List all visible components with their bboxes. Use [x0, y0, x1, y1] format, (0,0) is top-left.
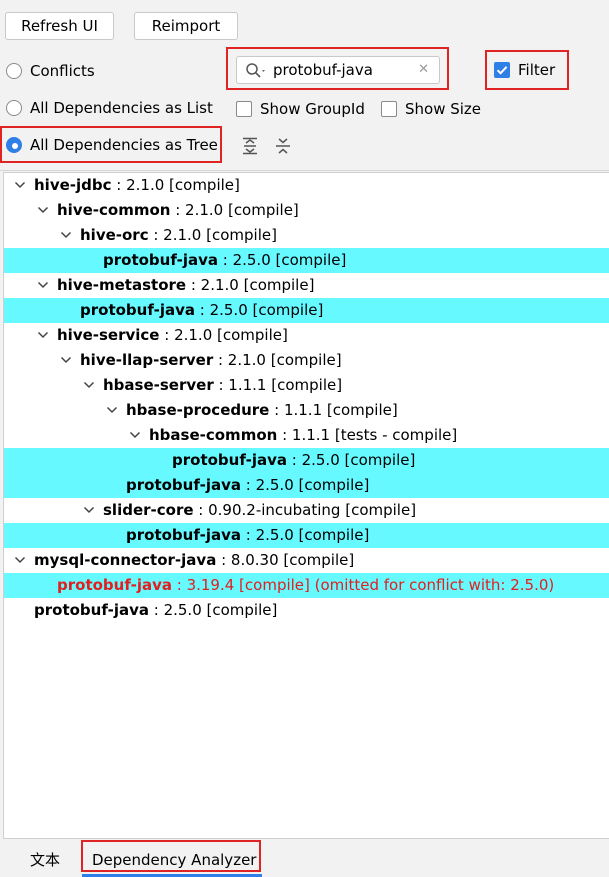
artifact-detail: : 1.1.1 [compile]	[269, 401, 398, 419]
artifact-detail: : 2.1.0 [compile]	[148, 226, 277, 244]
checkmark-icon	[496, 66, 508, 75]
chevron-down-icon[interactable]	[14, 548, 28, 573]
artifact-detail: : 2.1.0 [compile]	[159, 326, 288, 344]
tree-view-option[interactable]: All Dependencies as Tree	[6, 133, 218, 157]
conflicts-label: Conflicts	[30, 62, 95, 80]
tree-row[interactable]: hbase-common : 1.1.1 [tests - compile]	[4, 423, 609, 448]
chevron-down-icon[interactable]	[60, 223, 74, 248]
artifact-detail: : 2.1.0 [compile]	[170, 201, 299, 219]
conflicts-option[interactable]: Conflicts	[6, 59, 95, 83]
chevron-down-icon[interactable]	[60, 348, 74, 373]
artifact-detail: : 2.5.0 [compile]	[240, 526, 370, 544]
chevron-down-icon[interactable]	[37, 198, 51, 223]
tree-row[interactable]: protobuf-java : 2.5.0 [compile]	[4, 598, 609, 623]
list-view-label: All Dependencies as List	[30, 99, 213, 117]
tree-row[interactable]: protobuf-java : 2.5.0 [compile]	[4, 448, 609, 473]
collapse-all-icon[interactable]	[274, 137, 292, 155]
filter-checkbox[interactable]	[494, 62, 510, 78]
artifact-name: hive-orc	[80, 226, 149, 244]
tree-bottom-border	[3, 838, 609, 839]
search-box[interactable]: ✕	[236, 56, 440, 84]
chevron-down-icon[interactable]	[37, 323, 51, 348]
filter-label: Filter	[518, 61, 556, 79]
artifact-detail: : 1.1.1 [tests - compile]	[277, 426, 458, 444]
artifact-detail: : 2.5.0 [compile]	[217, 251, 347, 269]
artifact-detail: : 2.1.0 [compile]	[111, 176, 240, 194]
show-size-label: Show Size	[405, 100, 482, 118]
artifact-name: protobuf-java	[126, 526, 241, 544]
tree-row[interactable]: protobuf-java : 2.5.0 [compile]	[4, 248, 609, 273]
list-view-option[interactable]: All Dependencies as List	[6, 96, 213, 120]
tree-row[interactable]: mysql-connector-java : 8.0.30 [compile]	[4, 548, 609, 573]
artifact-name: mysql-connector-java	[34, 551, 217, 569]
artifact-detail: : 2.5.0 [compile]	[148, 601, 278, 619]
artifact-name: slider-core	[103, 501, 194, 519]
artifact-name: protobuf-java	[103, 251, 218, 269]
tab-text[interactable]: 文本	[30, 846, 60, 876]
chevron-down-icon[interactable]	[129, 423, 143, 448]
tree-row[interactable]: hive-metastore : 2.1.0 [compile]	[4, 273, 609, 298]
artifact-name: hive-jdbc	[34, 176, 112, 194]
dependency-tree[interactable]: hive-jdbc : 2.1.0 [compile] hive-common :…	[3, 172, 609, 838]
artifact-name: protobuf-java	[34, 601, 149, 619]
show-groupid-label: Show GroupId	[260, 100, 365, 118]
artifact-detail: : 2.1.0 [compile]	[186, 276, 315, 294]
expand-all-icon[interactable]	[241, 137, 259, 155]
search-icon[interactable]	[245, 62, 269, 80]
show-groupid-option[interactable]: Show GroupId	[236, 97, 365, 121]
tree-view-label: All Dependencies as Tree	[30, 136, 218, 154]
tree-row[interactable]: hbase-server : 1.1.1 [compile]	[4, 373, 609, 398]
artifact-name: hbase-server	[103, 376, 214, 394]
artifact-detail: : 2.5.0 [compile]	[240, 476, 370, 494]
tree-row[interactable]: hive-common : 2.1.0 [compile]	[4, 198, 609, 223]
refresh-ui-button[interactable]: Refresh UI	[5, 12, 114, 40]
list-view-radio[interactable]	[6, 100, 22, 116]
search-input[interactable]	[273, 60, 413, 80]
artifact-name: hbase-procedure	[126, 401, 270, 419]
artifact-detail: : 1.1.1 [compile]	[213, 376, 343, 394]
artifact-name: protobuf-java	[57, 576, 172, 594]
filter-option[interactable]: Filter	[494, 58, 555, 82]
reimport-button[interactable]: Reimport	[134, 12, 238, 40]
artifact-detail: : 2.5.0 [compile]	[286, 451, 416, 469]
show-size-checkbox[interactable]	[381, 101, 397, 117]
chevron-down-icon[interactable]	[83, 373, 97, 398]
chevron-down-icon[interactable]	[37, 273, 51, 298]
artifact-detail: : 2.5.0 [compile]	[194, 301, 324, 319]
toolbar-divider	[0, 170, 609, 171]
tree-row[interactable]: hive-llap-server : 2.1.0 [compile]	[4, 348, 609, 373]
tree-row[interactable]: hive-jdbc : 2.1.0 [compile]	[4, 173, 609, 198]
artifact-name: hive-service	[57, 326, 160, 344]
tree-row[interactable]: protobuf-java : 3.19.4 [compile] (omitte…	[4, 573, 609, 598]
tree-row[interactable]: protobuf-java : 2.5.0 [compile]	[4, 473, 609, 498]
artifact-name: hive-metastore	[57, 276, 187, 294]
tree-view-radio[interactable]	[6, 137, 22, 153]
chevron-down-icon[interactable]	[14, 173, 28, 198]
show-groupid-checkbox[interactable]	[236, 101, 252, 117]
chevron-down-icon[interactable]	[83, 498, 97, 523]
show-size-option[interactable]: Show Size	[381, 97, 481, 121]
artifact-name: hbase-common	[149, 426, 278, 444]
tree-row[interactable]: hive-service : 2.1.0 [compile]	[4, 323, 609, 348]
tab-dependency-analyzer[interactable]: Dependency Analyzer	[92, 846, 256, 876]
tree-row[interactable]: protobuf-java : 2.5.0 [compile]	[4, 523, 609, 548]
tree-row[interactable]: protobuf-java : 2.5.0 [compile]	[4, 298, 609, 323]
artifact-detail: : 2.1.0 [compile]	[213, 351, 342, 369]
artifact-detail: : 8.0.30 [compile]	[216, 551, 355, 569]
tree-row[interactable]: slider-core : 0.90.2-incubating [compile…	[4, 498, 609, 523]
artifact-name: hive-llap-server	[80, 351, 214, 369]
chevron-down-icon[interactable]	[106, 398, 120, 423]
conflicts-radio[interactable]	[6, 63, 22, 79]
tree-row[interactable]: hive-orc : 2.1.0 [compile]	[4, 223, 609, 248]
artifact-name: protobuf-java	[80, 301, 195, 319]
clear-icon[interactable]: ✕	[418, 61, 429, 79]
artifact-name: protobuf-java	[126, 476, 241, 494]
tree-row[interactable]: hbase-procedure : 1.1.1 [compile]	[4, 398, 609, 423]
artifact-name: protobuf-java	[172, 451, 287, 469]
artifact-detail: : 0.90.2-incubating [compile]	[193, 501, 417, 519]
artifact-detail: : 3.19.4 [compile] (omitted for conflict…	[171, 576, 555, 594]
artifact-name: hive-common	[57, 201, 171, 219]
